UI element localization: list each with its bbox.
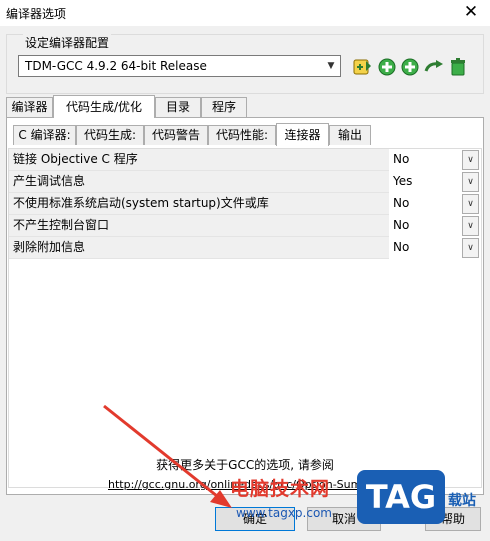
watermark-logo: TAG [357,470,445,524]
watermark-brand: 电脑技术网 [230,478,331,500]
chevron-down-icon[interactable]: ∨ [462,194,479,214]
watermark-url: www.tagxp.com [236,506,332,520]
watermark-tail: 载站 [448,493,476,509]
delete-icon[interactable] [448,57,468,77]
chevron-down-icon[interactable]: ∨ [462,172,479,192]
option-row: 不产生控制台窗口 No ∨ [9,215,481,237]
star-icon[interactable] [353,57,373,77]
options-panel: C 编译器: 代码生成: 代码警告 代码性能: 连接器 输出 链接 Object… [6,117,484,495]
option-row: 产生调试信息 Yes ∨ [9,171,481,193]
option-row: 剥除附加信息 No ∨ [9,237,481,259]
linker-options-grid: 链接 Objective C 程序 No ∨ 产生调试信息 Yes ∨ 不使用标… [8,148,482,488]
option-value[interactable]: No [391,149,461,171]
option-row: 不使用标准系统启动(system startup)文件或库 No ∨ [9,193,481,215]
tab-code-warnings[interactable]: 代码警告 [144,125,208,145]
tab-programs[interactable]: 程序 [201,97,247,117]
option-name: 链接 Objective C 程序 [9,149,389,171]
option-value[interactable]: Yes [391,171,461,193]
add-icon[interactable] [377,57,397,77]
tab-code-generation[interactable]: 代码生成: [76,125,144,145]
compiler-set-value: TDM-GCC 4.9.2 64-bit Release [25,59,207,73]
chevron-down-icon[interactable]: ∨ [462,216,479,236]
tab-c-compiler[interactable]: C 编译器: [13,125,76,145]
chevron-down-icon[interactable]: ∨ [462,238,479,258]
compiler-set-legend: 设定编译器配置 [23,34,112,51]
option-row: 链接 Objective C 程序 No ∨ [9,149,481,171]
chevron-down-icon[interactable]: ▼ [322,56,340,76]
chevron-down-icon[interactable]: ∨ [462,150,479,170]
rename-icon[interactable] [424,57,444,77]
tab-directories[interactable]: 目录 [155,97,201,117]
dialog-body: 设定编译器配置 TDM-GCC 4.9.2 64-bit Release ▼ 编… [0,26,490,541]
tab-output[interactable]: 输出 [329,125,371,145]
option-value[interactable]: No [391,193,461,215]
tab-compiler[interactable]: 编译器 [6,97,53,117]
option-name: 剥除附加信息 [9,237,389,259]
option-name: 产生调试信息 [9,171,389,193]
option-name: 不产生控制台窗口 [9,215,389,237]
tab-codegen-optimize[interactable]: 代码生成/优化 [53,95,155,118]
close-icon[interactable]: ✕ [460,2,482,24]
tab-code-profiling[interactable]: 代码性能: [208,125,276,145]
option-name: 不使用标准系统启动(system startup)文件或库 [9,193,389,215]
option-value[interactable]: No [391,237,461,259]
tab-linker[interactable]: 连接器 [276,123,329,146]
compiler-set-select[interactable]: TDM-GCC 4.9.2 64-bit Release ▼ [18,55,341,77]
title-bar: 编译器选项 ✕ [0,0,490,26]
window-title: 编译器选项 [6,7,67,21]
option-value[interactable]: No [391,215,461,237]
add-icon[interactable] [400,57,420,77]
